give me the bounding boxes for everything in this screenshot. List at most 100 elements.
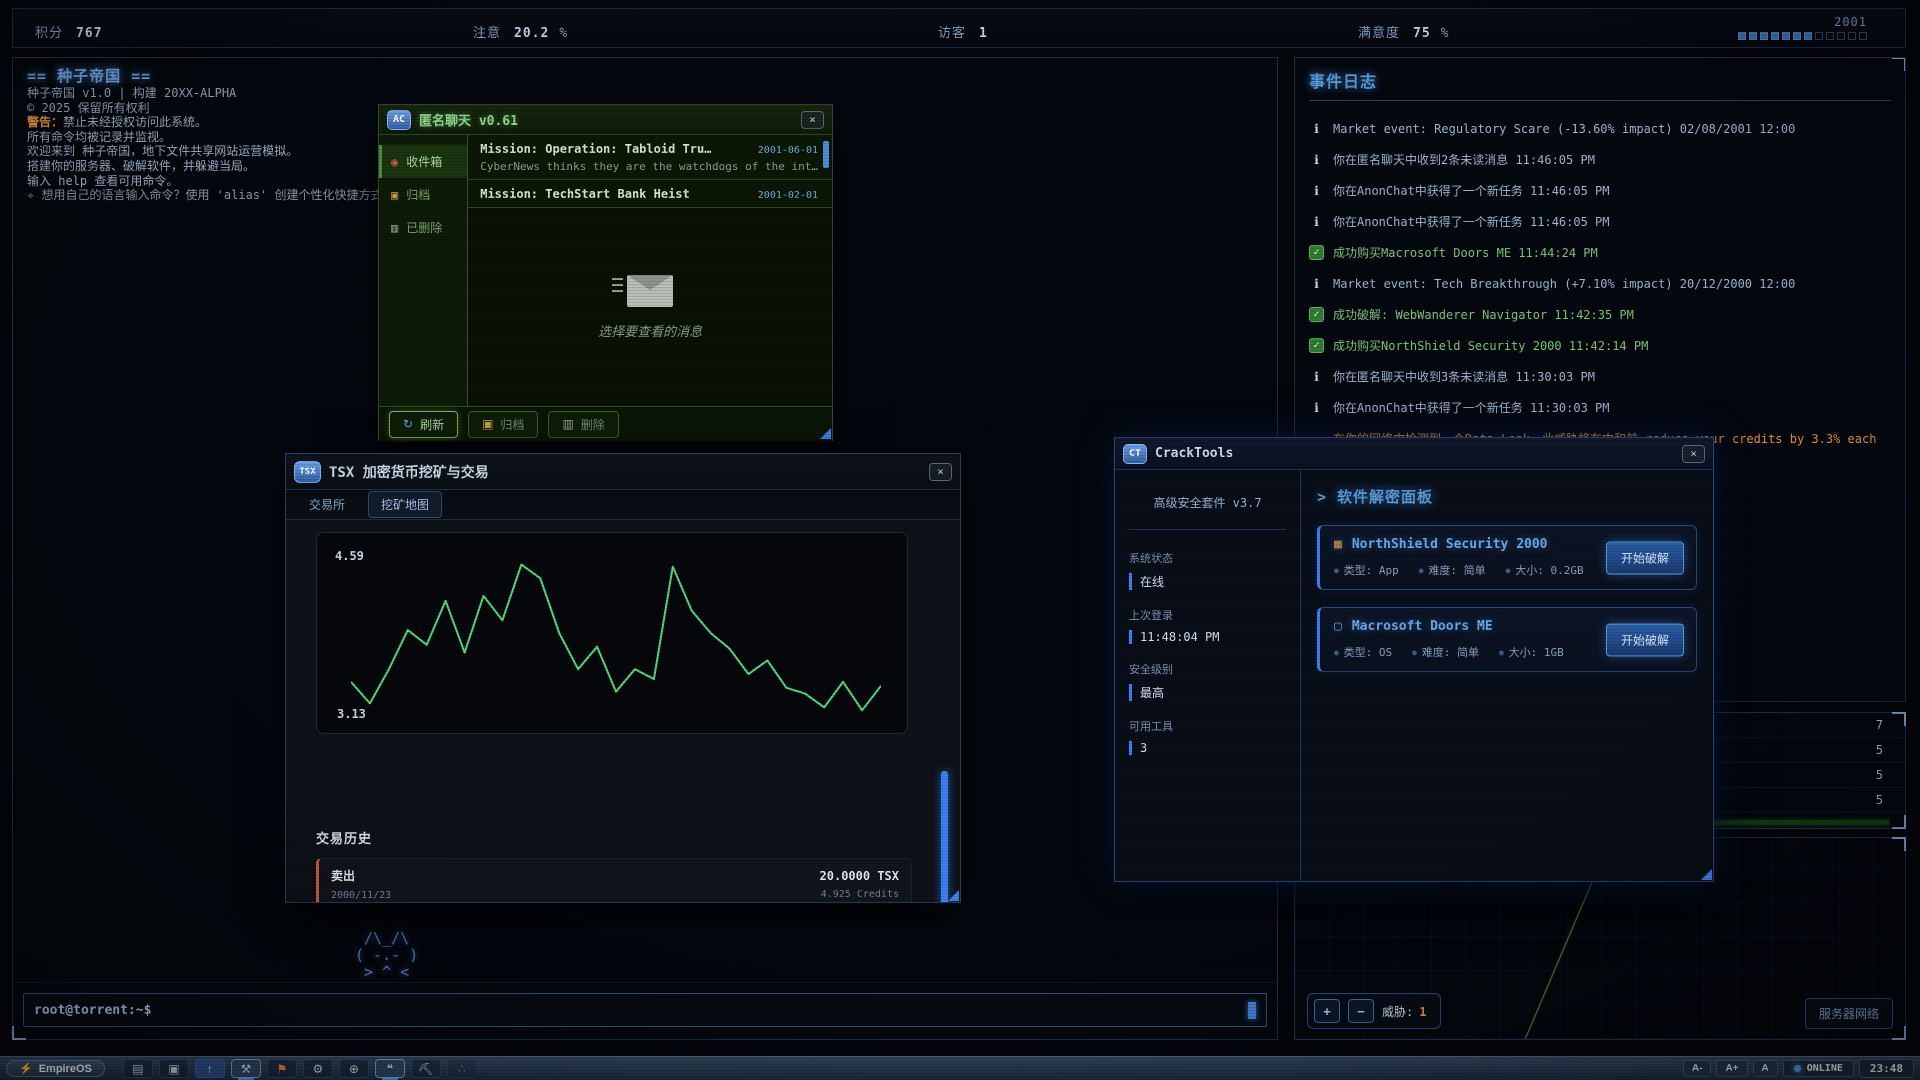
font-size-button[interactable]: A+ <box>1716 1060 1747 1077</box>
server-network-button[interactable]: 服务器网络 <box>1805 998 1893 1029</box>
tsx-close-button[interactable]: × <box>929 463 952 481</box>
log-entry: i 你在匿名聊天中收到2条未读消息 11:46:05 PM <box>1309 144 1891 175</box>
year-label: 2001 <box>1738 15 1867 29</box>
terminal-divider <box>13 982 1277 983</box>
chat-icon[interactable]: ❝ <box>375 1059 405 1078</box>
cart-icon[interactable]: ▤ <box>123 1059 153 1078</box>
software-meta: 类型: OS 难度: 简单 大小: 1GB <box>1334 644 1604 660</box>
system-stat: 系统状态 在线 <box>1129 550 1286 590</box>
tsx-scrollbar[interactable] <box>941 771 948 903</box>
start-crack-button[interactable]: 开始破解 <box>1606 541 1684 574</box>
terminal-line: == 种子帝国 == <box>27 66 382 86</box>
log-entry-text: Market event: Regulatory Scare (-13.60% … <box>1333 122 1795 136</box>
mail-empty-state: 选择要查看的消息 <box>468 208 832 406</box>
mail-scrollbar[interactable] <box>823 141 829 168</box>
stat-value: 11:48:04 PM <box>1129 630 1286 644</box>
upload-icon[interactable]: ↑ <box>195 1059 225 1078</box>
cracktools-titlebar[interactable]: CT CrackTools × <box>1115 438 1713 470</box>
software-name-row: ▦ NorthShield Security 2000 <box>1334 537 1604 552</box>
pickaxe-icon[interactable]: ⛏ <box>411 1059 441 1078</box>
cracktools-window: CT CrackTools × 高级安全套件 v3.7 系统状态 在线 上次登录… <box>1114 437 1714 882</box>
log-entry-text: 成功购买NorthShield Security 2000 11:42:14 P… <box>1333 337 1648 354</box>
log-entry-text: Market event: Tech Breakthrough (+7.10% … <box>1333 277 1795 291</box>
mail-folder[interactable]: ▥ 已删除 <box>379 211 467 244</box>
megaphone-icon[interactable]: ⚑ <box>267 1059 297 1078</box>
mail-item[interactable]: Mission: Operation: Tabloid Tru… 2001-06… <box>468 135 832 180</box>
package-icon[interactable]: ▣ <box>159 1059 189 1078</box>
chat-titlebar[interactable]: AC 匿名聊天 v0.61 × <box>379 105 832 135</box>
decrypt-panel: > 软件解密面板 ▦ NorthShield Security 2000 类型:… <box>1301 470 1713 881</box>
toolbar-button-icon: ▣ <box>482 417 493 431</box>
year-block <box>1815 32 1823 40</box>
log-entry-icon: i <box>1309 153 1324 167</box>
chat-close-button[interactable]: × <box>801 111 824 129</box>
mail-toolbar-button[interactable]: ↻ 刷新 <box>389 411 458 438</box>
mail-preview: CyberNews thinks they are the watchdogs … <box>480 160 818 173</box>
tsx-content: 4.59 3.13 交易历史 卖出 2000/11/23 20.0000 TSX… <box>286 520 960 902</box>
visitors-stat: 访客1 <box>938 22 988 41</box>
stat-label: 安全级别 <box>1129 661 1286 677</box>
trade-row: 卖出 2000/11/23 20.0000 TSX 4.925 Credits <box>316 858 912 903</box>
start-crack-button[interactable]: 开始破解 <box>1606 623 1684 656</box>
stat-value: 最高 <box>1129 684 1286 701</box>
taskbar-tray: A-A+A ONLINE 23:48 <box>1683 1059 1914 1078</box>
font-size-button[interactable]: A <box>1753 1060 1778 1077</box>
resize-handle[interactable] <box>948 890 959 901</box>
terminal-output: == 种子帝国 == 种子帝国 v1.0 | 构建 20XX-ALPHA © 2… <box>27 66 382 203</box>
year-block <box>1782 32 1790 40</box>
mail-folder[interactable]: ▣ 归档 <box>379 178 467 211</box>
stat-label: 上次登录 <box>1129 607 1286 623</box>
hammer-icon[interactable]: ⚒ <box>231 1059 261 1078</box>
trade-side: 卖出 <box>331 867 391 884</box>
year-block <box>1749 32 1757 40</box>
folder-label: 已删除 <box>406 219 442 236</box>
mail-subject: Mission: Operation: Tabloid Tru… <box>480 142 711 156</box>
chart-min-label: 3.13 <box>337 707 366 721</box>
cracktools-close-button[interactable]: × <box>1682 445 1705 463</box>
terminal-line: 种子帝国 v1.0 | 构建 20XX-ALPHA <box>27 86 382 101</box>
log-entry-icon: ✓ <box>1309 338 1324 353</box>
mail-item[interactable]: Mission: TechStart Bank Heist 2001-02-01 <box>468 180 832 208</box>
tsx-tab[interactable]: 交易所 <box>296 491 358 518</box>
software-meta: 类型: App 难度: 简单 大小: 0.2GB <box>1334 562 1604 578</box>
shell-prompt: root@torrent:~$ <box>34 1003 151 1018</box>
trade-history-title: 交易历史 <box>316 828 912 847</box>
tsx-tab[interactable]: 挖矿地图 <box>368 491 442 518</box>
mail-folder[interactable]: ◉ 收件箱 <box>379 145 467 178</box>
trade-credits: 4.925 Credits <box>820 889 899 900</box>
resize-handle[interactable] <box>820 428 831 439</box>
log-entry-text: 你在匿名聊天中收到3条未读消息 11:30:03 PM <box>1333 368 1595 385</box>
cracktools-sidebar: 高级安全套件 v3.7 系统状态 在线 上次登录 11:48:04 PM 安全级… <box>1115 470 1301 881</box>
folder-label: 归档 <box>406 186 430 203</box>
tsx-titlebar[interactable]: TSX TSX 加密货币挖矿与交易 × <box>286 454 960 490</box>
software-card: ▢ Macrosoft Doors ME 类型: OS 难度: 简单 大小: 1… <box>1317 607 1697 672</box>
terminal-line: 搭建你的服务器、破解软件，并躲避当局。 <box>27 159 382 174</box>
system-stat: 可用工具 3 <box>1129 718 1286 755</box>
ascii-cat: /\_/\ ( -.- ) > ^ < <box>355 930 418 981</box>
resize-handle[interactable] <box>1701 869 1712 880</box>
folder-icon: ▣ <box>391 188 398 202</box>
year-block <box>1738 32 1746 40</box>
command-input[interactable]: root@torrent:~$ <box>23 993 1267 1027</box>
mail-toolbar-button[interactable]: ▥ 删除 <box>548 411 618 438</box>
tsx-tabs: 交易所 挖矿地图 <box>286 490 960 520</box>
font-size-button[interactable]: A- <box>1683 1060 1712 1077</box>
gear-icon[interactable]: ⚙ <box>303 1059 333 1078</box>
zoom-out-button[interactable]: − <box>1348 999 1374 1023</box>
log-entry: i Market event: Regulatory Scare (-13.60… <box>1309 113 1891 144</box>
globe-icon[interactable]: ⊕ <box>339 1059 369 1078</box>
log-entry: ✓ 成功破解: WebWanderer Navigator 11:42:35 P… <box>1309 299 1891 330</box>
software-icon: ▦ <box>1334 537 1342 552</box>
software-size: 大小: 1GB <box>1499 644 1564 660</box>
software-size: 大小: 0.2GB <box>1506 562 1584 578</box>
paw-icon[interactable]: ∴ <box>447 1059 477 1078</box>
satisfaction-stat: 满意度75% <box>1358 22 1450 41</box>
start-button[interactable]: ⚡ EmpireOS <box>6 1060 105 1077</box>
folder-icon: ◉ <box>391 155 398 169</box>
toolbar-button-label: 删除 <box>581 416 605 433</box>
log-entry: i Market event: Tech Breakthrough (+7.10… <box>1309 268 1891 299</box>
system-stat: 安全级别 最高 <box>1129 661 1286 701</box>
mail-toolbar-button[interactable]: ▣ 归档 <box>468 411 538 438</box>
zoom-in-button[interactable]: + <box>1314 999 1340 1023</box>
tsx-app-icon: TSX <box>294 461 321 483</box>
